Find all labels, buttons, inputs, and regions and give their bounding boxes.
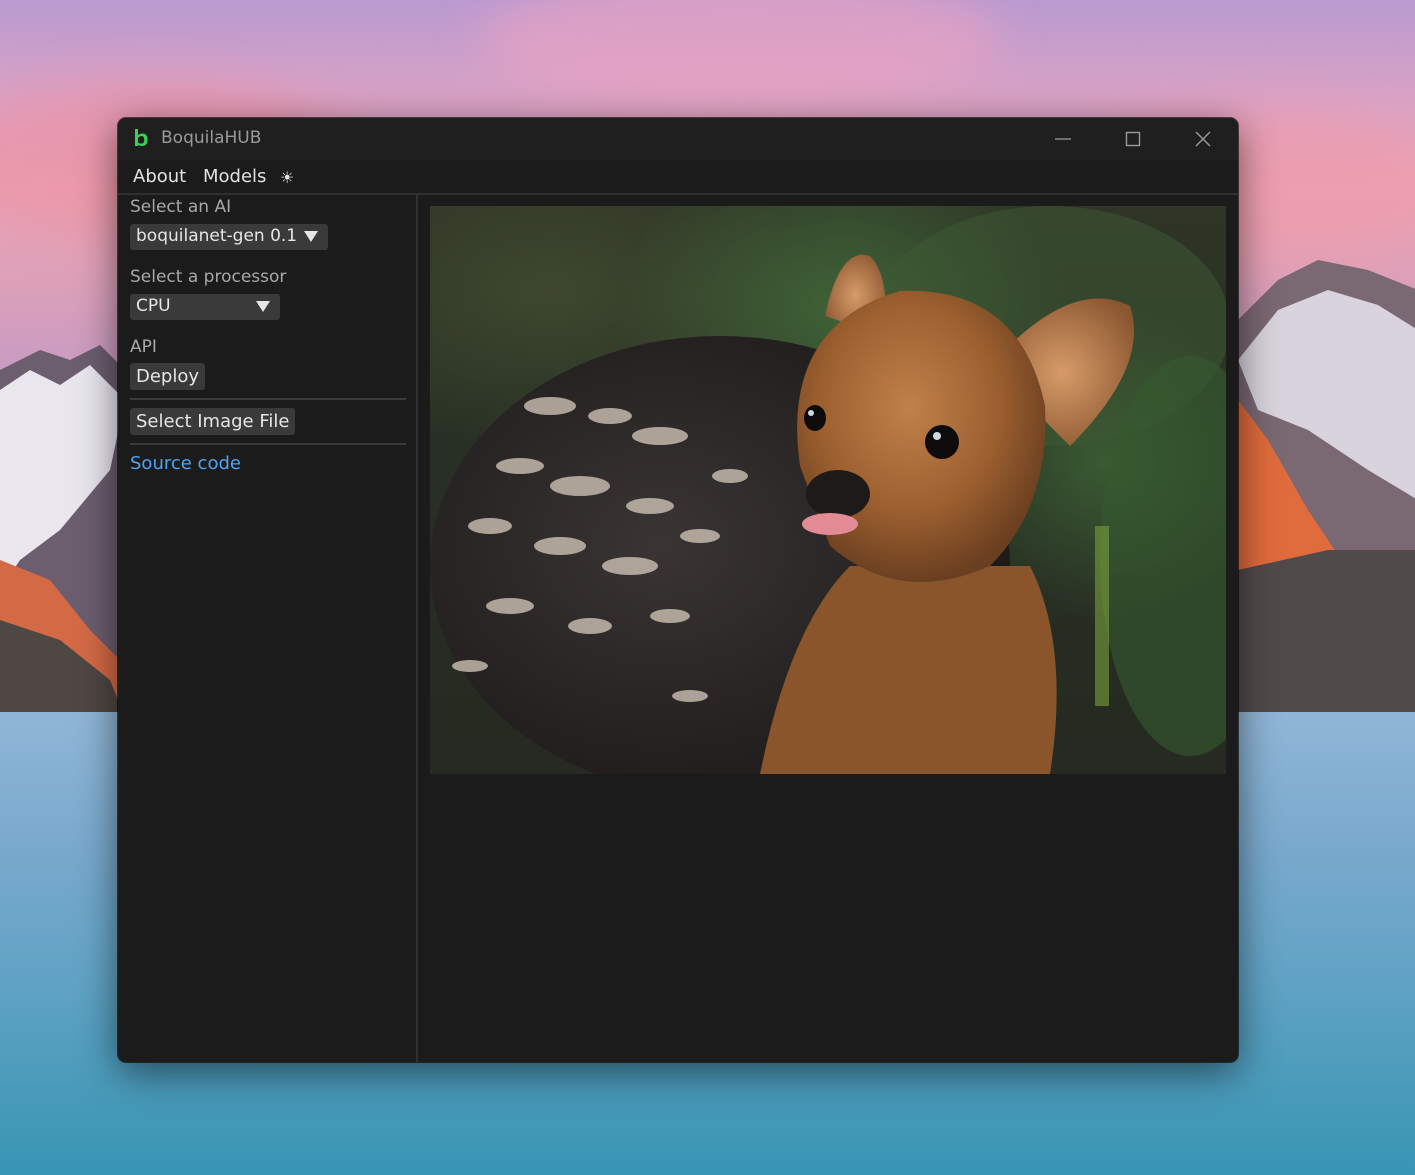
ai-model-selected: boquilanet-gen 0.1 [136, 226, 298, 246]
pudu-deer-illustration [430, 206, 1226, 774]
maximize-icon [1125, 131, 1141, 147]
source-code-link[interactable]: Source code [130, 453, 241, 474]
wallpaper-cloud [480, 0, 1000, 110]
minimize-icon [1055, 138, 1071, 140]
window-title: BoquilaHUB [161, 128, 262, 148]
divider [130, 443, 406, 445]
dropdown-arrow-icon [304, 231, 318, 242]
menu-about[interactable]: About [133, 166, 186, 187]
title-bar[interactable]: BoquilaHUB [118, 118, 1238, 160]
minimize-button[interactable] [1028, 118, 1098, 160]
api-label: API [130, 337, 157, 357]
sidebar: Select an AI boquilanet-gen 0.1 Select a… [118, 193, 418, 1062]
left-mountain [0, 345, 130, 730]
preview-image [430, 206, 1226, 774]
ai-model-dropdown[interactable]: boquilanet-gen 0.1 [130, 224, 328, 250]
menu-models[interactable]: Models [203, 166, 266, 187]
select-processor-label: Select a processor [130, 267, 287, 287]
theme-toggle-sun-icon[interactable]: ☀ [280, 168, 294, 187]
app-window: BoquilaHUB About Models ☀ Select an AI b… [118, 118, 1238, 1062]
right-mountain [1238, 260, 1415, 730]
processor-selected: CPU [136, 296, 171, 316]
processor-dropdown[interactable]: CPU [130, 294, 280, 320]
close-icon [1195, 131, 1211, 147]
divider [130, 398, 406, 400]
boquila-logo-icon [135, 129, 148, 146]
select-ai-label: Select an AI [130, 197, 232, 217]
select-image-file-button[interactable]: Select Image File [130, 408, 296, 435]
close-button[interactable] [1168, 118, 1238, 160]
deploy-button[interactable]: Deploy [130, 363, 206, 390]
desktop-wallpaper: BoquilaHUB About Models ☀ Select an AI b… [0, 0, 1415, 1175]
maximize-button[interactable] [1098, 118, 1168, 160]
menu-bar: About Models ☀ [118, 160, 1238, 195]
dropdown-arrow-icon [256, 301, 270, 312]
